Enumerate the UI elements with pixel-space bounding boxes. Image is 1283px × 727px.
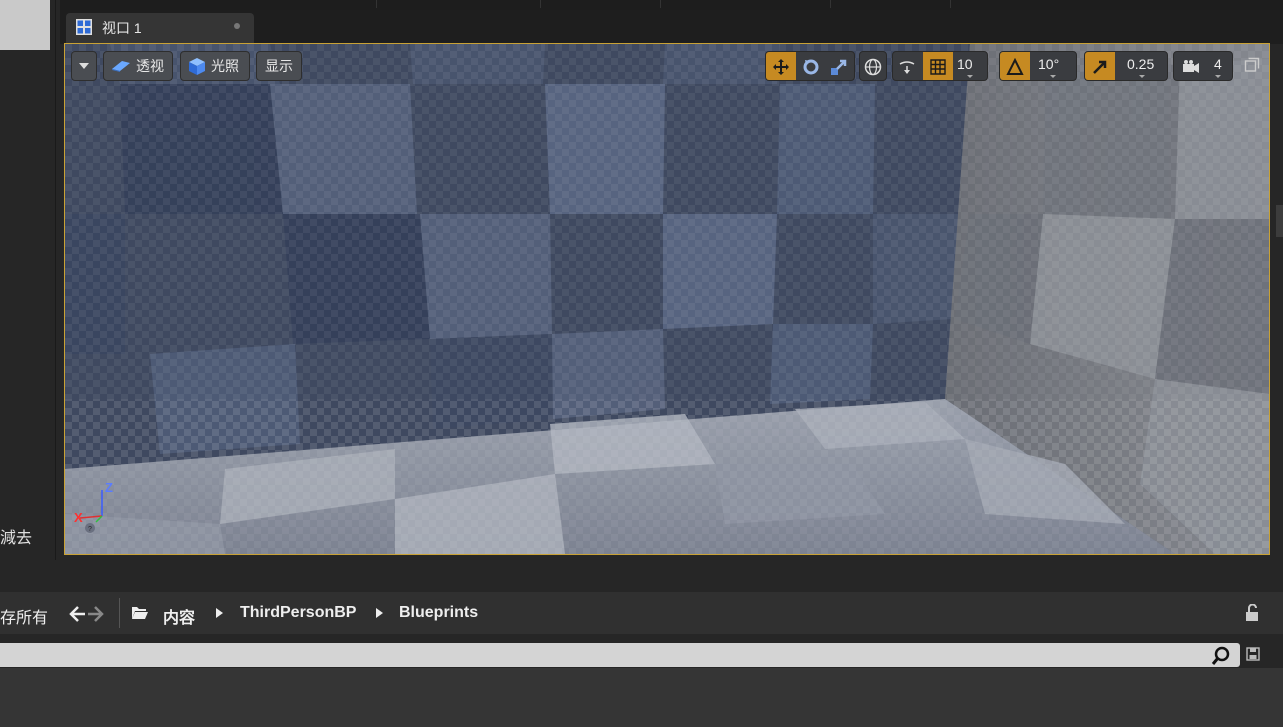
asset-view[interactable] (0, 668, 1283, 727)
left-panel-header (0, 0, 50, 50)
history-nav (69, 606, 104, 622)
lit-cube-icon (189, 58, 205, 75)
camera-icon (1183, 60, 1199, 73)
maximize-viewport-icon[interactable] (1244, 57, 1260, 73)
chevron-down-icon (1139, 75, 1145, 78)
surface-snap-icon[interactable] (898, 58, 916, 76)
grid-snap-value[interactable]: 10 (957, 56, 973, 72)
save-search-icon[interactable] (1246, 647, 1260, 661)
search-input[interactable] (0, 643, 1240, 667)
left-panel (0, 0, 56, 560)
axis-x-label: X (74, 510, 83, 525)
world-local-button[interactable] (859, 51, 887, 81)
viewport-tab[interactable] (66, 13, 254, 43)
scale-arrow-icon (1093, 60, 1107, 74)
show-button[interactable]: 显示 (256, 51, 302, 81)
camera-speed-group[interactable]: 4 (1173, 51, 1233, 81)
perspective-icon (112, 61, 130, 72)
chevron-down-icon (1215, 75, 1221, 78)
breadcrumb-chevron-icon[interactable] (216, 608, 223, 618)
scale-snap-value[interactable]: 0.25 (1127, 56, 1154, 72)
level-viewport[interactable]: 透视 光照 显示 10 10° 0.25 4 (64, 43, 1270, 555)
axis-z-label: Z (105, 480, 113, 495)
breadcrumb-thirdpersonbp[interactable]: ThirdPersonBP (240, 604, 356, 622)
translate-mode-button[interactable] (766, 52, 796, 80)
search-icon[interactable] (1211, 646, 1231, 666)
viewport-options-button[interactable] (71, 51, 97, 81)
save-all-button[interactable]: 存所有 (0, 604, 48, 628)
tab-pin-icon[interactable] (234, 23, 240, 29)
chevron-down-icon (967, 75, 973, 78)
grid-icon (930, 59, 946, 75)
rotation-snap-group: 10° (999, 51, 1077, 81)
angle-icon (1006, 58, 1024, 75)
rotate-icon[interactable] (802, 58, 820, 76)
scale-snap-toggle[interactable] (1085, 52, 1115, 80)
viewport-layout-icon (76, 19, 92, 35)
transform-mode-group (765, 51, 855, 81)
breadcrumb-content[interactable]: 内容 (163, 604, 195, 628)
chevron-down-icon (1050, 75, 1056, 78)
grid-snap-group: 10 (892, 51, 988, 81)
globe-icon (864, 58, 882, 76)
svg-text:?: ? (88, 526, 92, 533)
rotation-snap-value[interactable]: 10° (1038, 56, 1059, 72)
scale-icon[interactable] (830, 58, 848, 76)
translate-icon (773, 59, 789, 75)
scale-snap-group: 0.25 (1084, 51, 1168, 81)
back-arrow-icon[interactable] (69, 606, 85, 622)
rotation-snap-toggle[interactable] (1000, 52, 1030, 80)
lighting-label: 光照 (211, 58, 239, 74)
top-panel-strip (60, 0, 1283, 10)
grid-snap-toggle[interactable] (923, 52, 953, 80)
breadcrumb-blueprints[interactable]: Blueprints (399, 604, 478, 622)
viewport-scene (65, 44, 1269, 554)
left-panel-partial-text: 減去 (0, 530, 33, 547)
breadcrumb-chevron-icon[interactable] (376, 608, 383, 618)
lighting-button[interactable]: 光照 (180, 51, 250, 81)
perspective-button[interactable]: 透视 (103, 51, 173, 81)
folder-open-icon (132, 607, 148, 619)
unlock-icon[interactable] (1244, 604, 1260, 622)
camera-speed-value: 4 (1214, 56, 1222, 72)
divider (119, 598, 120, 628)
perspective-label: 透视 (136, 58, 164, 74)
viewport-tab-title: 视口 1 (102, 20, 142, 36)
show-label: 显示 (265, 58, 293, 74)
scrollbar[interactable] (1276, 205, 1283, 237)
chevron-down-icon (79, 63, 89, 69)
forward-arrow-icon[interactable] (88, 606, 104, 622)
